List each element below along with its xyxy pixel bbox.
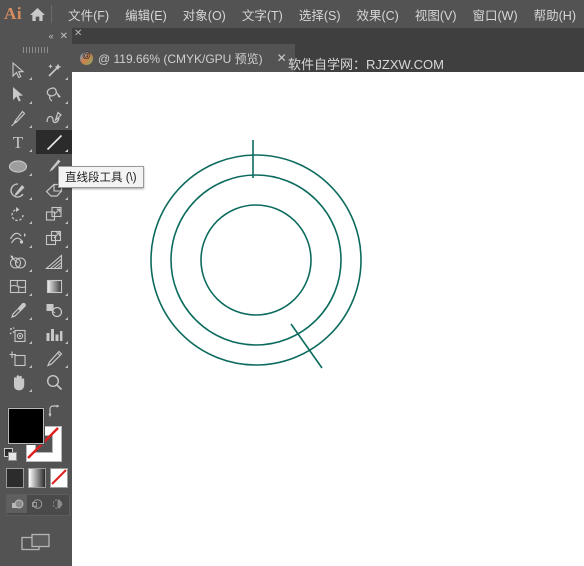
menu-object[interactable]: 对象(O) (175, 1, 234, 28)
symbol-sprayer-tool[interactable] (0, 322, 36, 346)
rotate-tool[interactable] (0, 202, 36, 226)
artboard-canvas[interactable] (72, 72, 584, 566)
pen-tool[interactable] (0, 106, 36, 130)
menu-edit[interactable]: 编辑(E) (117, 1, 175, 28)
width-tool[interactable] (0, 226, 36, 250)
outer-circle (150, 154, 362, 366)
line-segment-tool[interactable] (36, 130, 72, 154)
default-fill-stroke-icon[interactable] (4, 448, 18, 462)
free-transform-tool[interactable] (36, 226, 72, 250)
lasso-tool[interactable] (36, 82, 72, 106)
magic-wand-tool[interactable] (36, 58, 72, 82)
close-icon[interactable]: ✕ (277, 52, 287, 64)
eyedropper-tool[interactable] (0, 298, 36, 322)
menu-effect[interactable]: 效果(C) (348, 1, 406, 28)
document-icon (80, 50, 93, 65)
collapse-icon[interactable]: « (49, 31, 54, 41)
draw-inside-button[interactable] (47, 495, 67, 513)
panel-grip[interactable] (0, 44, 72, 56)
menu-view[interactable]: 视图(V) (407, 1, 465, 28)
artboard-tool[interactable] (0, 346, 36, 370)
menu-select[interactable]: 选择(S) (291, 1, 349, 28)
zoom-tool[interactable] (36, 370, 72, 394)
draw-behind-button[interactable] (27, 495, 47, 513)
mesh-tool[interactable] (0, 274, 36, 298)
menu-type[interactable]: 文字(T) (234, 1, 291, 28)
draw-normal-button[interactable] (7, 495, 27, 513)
panel-close-icon[interactable]: ✕ (60, 31, 68, 42)
menu-file[interactable]: 文件(F) (60, 1, 117, 28)
column-graph-tool[interactable] (36, 322, 72, 346)
document-tab[interactable]: @ 119.66% (CMYK/GPU 预览) ✕ (72, 44, 295, 72)
gradient-tool[interactable] (36, 274, 72, 298)
document-tab-bar: ✕ @ 119.66% (CMYK/GPU 预览) ✕ 软件自学网：RJZXW.… (72, 28, 584, 72)
hand-tool[interactable] (0, 370, 36, 394)
color-mode-button[interactable] (6, 468, 24, 488)
document-tab-label: @ 119.66% (CMYK/GPU 预览) (98, 51, 263, 66)
tool-grid: T (0, 56, 72, 394)
artwork (150, 140, 362, 369)
shaper-tool[interactable] (0, 178, 36, 202)
none-mode-button[interactable] (50, 468, 68, 488)
type-tool[interactable]: T (0, 130, 36, 154)
screen-mode-button[interactable] (0, 528, 72, 558)
drawing-mode-buttons (6, 494, 70, 516)
inner-circle (200, 204, 312, 316)
curvature-tool[interactable] (36, 106, 72, 130)
home-icon[interactable] (26, 0, 49, 28)
tools-panel: « ✕ T (0, 28, 72, 566)
slice-tool[interactable] (36, 346, 72, 370)
app-logo: Ai (4, 4, 23, 23)
direct-selection-tool[interactable] (0, 82, 36, 106)
tool-tooltip: 直线段工具 (\) (58, 166, 144, 188)
gradient-mode-button[interactable] (28, 468, 46, 488)
perspective-grid-tool[interactable] (36, 250, 72, 274)
menu-list: 文件(F) 编辑(E) 对象(O) 文字(T) 选择(S) 效果(C) 视图(V… (60, 1, 584, 28)
close-all-icon[interactable]: ✕ (74, 29, 82, 39)
ellipse-tool[interactable] (0, 154, 36, 178)
watermark-label: 软件自学网：RJZXW.COM (288, 57, 444, 72)
middle-circle (170, 174, 342, 346)
swap-fill-stroke-icon[interactable] (48, 404, 62, 419)
fill-swatch[interactable] (8, 408, 44, 444)
tools-panel-header: « ✕ (0, 28, 72, 44)
selection-tool[interactable] (0, 58, 36, 82)
fill-mode-buttons (6, 468, 68, 488)
color-controls (0, 404, 72, 494)
shape-builder-tool[interactable] (0, 250, 36, 274)
menu-bar: Ai 文件(F) 编辑(E) 对象(O) 文字(T) 选择(S) 效果(C) 视… (0, 0, 584, 28)
illustrator-window: Ai 文件(F) 编辑(E) 对象(O) 文字(T) 选择(S) 效果(C) 视… (0, 0, 584, 566)
scale-tool[interactable] (36, 202, 72, 226)
blend-tool[interactable] (36, 298, 72, 322)
menu-help[interactable]: 帮助(H) (526, 1, 584, 28)
menu-divider (51, 5, 53, 23)
menu-window[interactable]: 窗口(W) (465, 1, 526, 28)
